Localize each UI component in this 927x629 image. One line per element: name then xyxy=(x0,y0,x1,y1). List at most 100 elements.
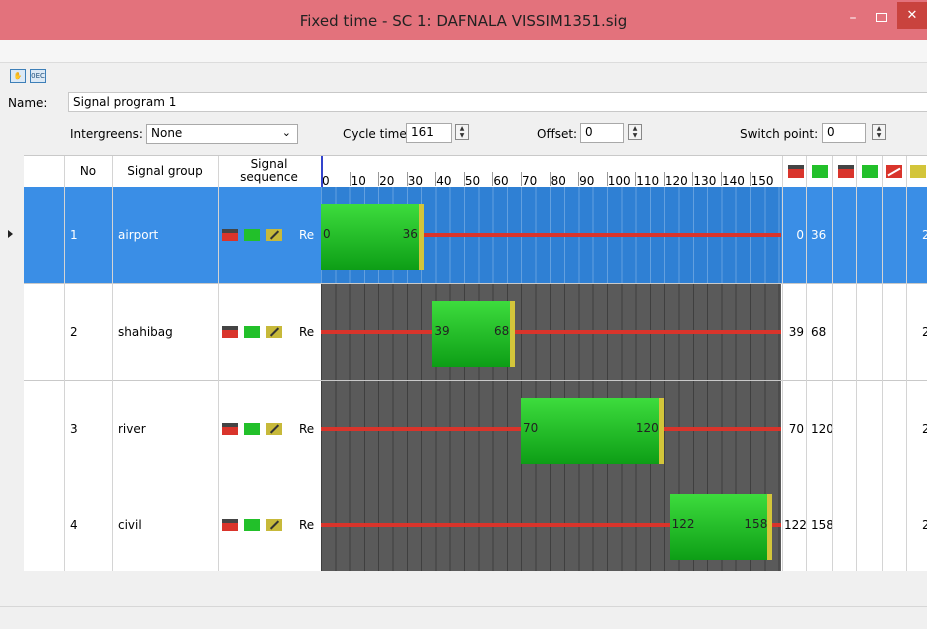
tick-mark xyxy=(721,172,722,186)
row-sequence: Re xyxy=(299,228,315,242)
col-last[interactable]: 2 xyxy=(922,422,927,436)
column-divider xyxy=(64,156,65,571)
green-start-label: 122 xyxy=(671,517,695,531)
tick-label: 80 xyxy=(550,174,566,188)
green-end-icon xyxy=(862,165,878,178)
row-no: 2 xyxy=(70,325,78,339)
header-no[interactable]: No xyxy=(64,156,112,186)
col-green-end[interactable]: 120 xyxy=(811,422,834,436)
name-label: Name: xyxy=(8,96,48,110)
tick-label: 20 xyxy=(379,174,395,188)
red-phase-before xyxy=(321,523,670,527)
intergreens-label: Intergreens: xyxy=(70,127,143,141)
maximize-button[interactable] xyxy=(868,8,894,28)
row-no: 4 xyxy=(70,518,78,532)
flashing-red-icon xyxy=(886,165,902,178)
signal-sequence-icon[interactable]: 0EC xyxy=(30,69,46,83)
tick-mark xyxy=(663,172,665,186)
column-divider xyxy=(782,156,783,571)
column-divider xyxy=(832,156,833,571)
edit-hand-icon[interactable]: ✋ xyxy=(10,69,26,83)
green-end-label: 36 xyxy=(402,227,418,241)
row-sequence: Re xyxy=(299,325,315,339)
col-last[interactable]: 2 xyxy=(922,228,927,242)
green-start-label: 39 xyxy=(434,324,450,338)
green-start-label: 70 xyxy=(523,421,539,435)
amber-icon xyxy=(266,229,282,241)
row-signal-group[interactable]: airport xyxy=(118,228,158,242)
row-signal-group[interactable]: river xyxy=(118,422,146,436)
tick-mark xyxy=(349,172,351,186)
red-icon xyxy=(222,229,238,241)
offset-label: Offset: xyxy=(537,127,578,141)
table-row[interactable]: 1 airport Re 0 36 0 36 2 xyxy=(8,187,927,283)
column-divider xyxy=(218,156,219,571)
red-state-icon xyxy=(788,165,804,178)
col-last[interactable]: 2 xyxy=(922,518,927,532)
table-row[interactable]: 2 shahibag Re 39 68 39 68 2 xyxy=(24,284,927,380)
tick-mark xyxy=(378,172,380,186)
amber-icon xyxy=(266,519,282,531)
col-green-end[interactable]: 158 xyxy=(811,518,834,532)
intergreens-value: None xyxy=(151,126,183,140)
tick-label: 150 xyxy=(750,174,774,188)
close-button[interactable]: ✕ xyxy=(897,2,927,29)
col-green-start[interactable]: 39 xyxy=(784,325,804,339)
green-start-label: 0 xyxy=(323,227,331,241)
col-last[interactable]: 2 xyxy=(922,325,927,339)
row-sequence: Re xyxy=(299,518,315,532)
header-signal-sequence[interactable]: Signal sequence xyxy=(218,158,320,184)
col-green-start[interactable]: 0 xyxy=(784,228,804,242)
tick-label: 10 xyxy=(350,174,366,188)
window-title: Fixed time - SC 1: DAFNALA VISSIM1351.si… xyxy=(299,12,628,30)
program-name-input[interactable]: Signal program 1 xyxy=(68,92,927,112)
tick-label: 50 xyxy=(464,174,481,188)
column-divider xyxy=(856,156,857,571)
red-end-icon xyxy=(838,165,854,178)
row-no: 3 xyxy=(70,422,78,436)
tick-label: 30 xyxy=(407,174,423,188)
tick-mark xyxy=(463,172,465,186)
red-phase-before xyxy=(321,427,521,431)
minimize-button[interactable]: – xyxy=(840,8,866,28)
red-phase-after xyxy=(515,330,781,334)
green-end-label: 158 xyxy=(744,517,768,531)
intergreens-select[interactable]: None ⌄ xyxy=(146,124,298,144)
table-row[interactable]: 3 river Re 70 120 70 120 2 xyxy=(24,381,927,477)
switch-point-spinner[interactable]: ▲ ▼ xyxy=(872,124,886,140)
col-green-start[interactable]: 70 xyxy=(784,422,804,436)
green-state-icon xyxy=(812,165,828,178)
offset-input[interactable]: 0 xyxy=(580,123,624,143)
row-signal-group[interactable]: shahibag xyxy=(118,325,173,339)
offset-spinner[interactable]: ▲ ▼ xyxy=(628,124,642,140)
status-bar xyxy=(0,606,927,629)
green-icon xyxy=(244,326,260,338)
red-icon xyxy=(222,519,238,531)
tick-label: 40 xyxy=(436,174,452,188)
table-row[interactable]: 4 civil Re 122 158 122 158 2 xyxy=(24,477,927,573)
switch-point-label: Switch point: xyxy=(740,127,819,141)
tick-mark xyxy=(549,172,551,186)
cycle-time-spinner[interactable]: ▲ ▼ xyxy=(455,124,469,140)
red-phase-after xyxy=(423,233,781,237)
tick-label: 130 xyxy=(693,174,717,188)
cycle-time-label: Cycle time: xyxy=(343,127,411,141)
col-green-end[interactable]: 36 xyxy=(811,228,826,242)
grid-empty-area xyxy=(0,571,927,606)
row-signal-group[interactable]: civil xyxy=(118,518,142,532)
row-indicator-icon xyxy=(8,230,13,238)
green-icon xyxy=(244,229,260,241)
col-green-start[interactable]: 122 xyxy=(784,518,807,532)
column-divider xyxy=(882,156,883,571)
tick-mark xyxy=(749,172,751,186)
col-green-end[interactable]: 68 xyxy=(811,325,826,339)
header-signal-group[interactable]: Signal group xyxy=(112,156,218,186)
switch-point-input[interactable]: 0 xyxy=(822,123,866,143)
green-end-label: 120 xyxy=(635,421,659,435)
header-signal-sequence-line2: sequence xyxy=(240,170,298,184)
amber-state-icon xyxy=(910,165,926,178)
tick-label: 140 xyxy=(722,174,745,188)
tick-label: 110 xyxy=(636,174,660,188)
tick-mark xyxy=(435,172,437,186)
cycle-time-input[interactable]: 161 xyxy=(406,123,452,143)
